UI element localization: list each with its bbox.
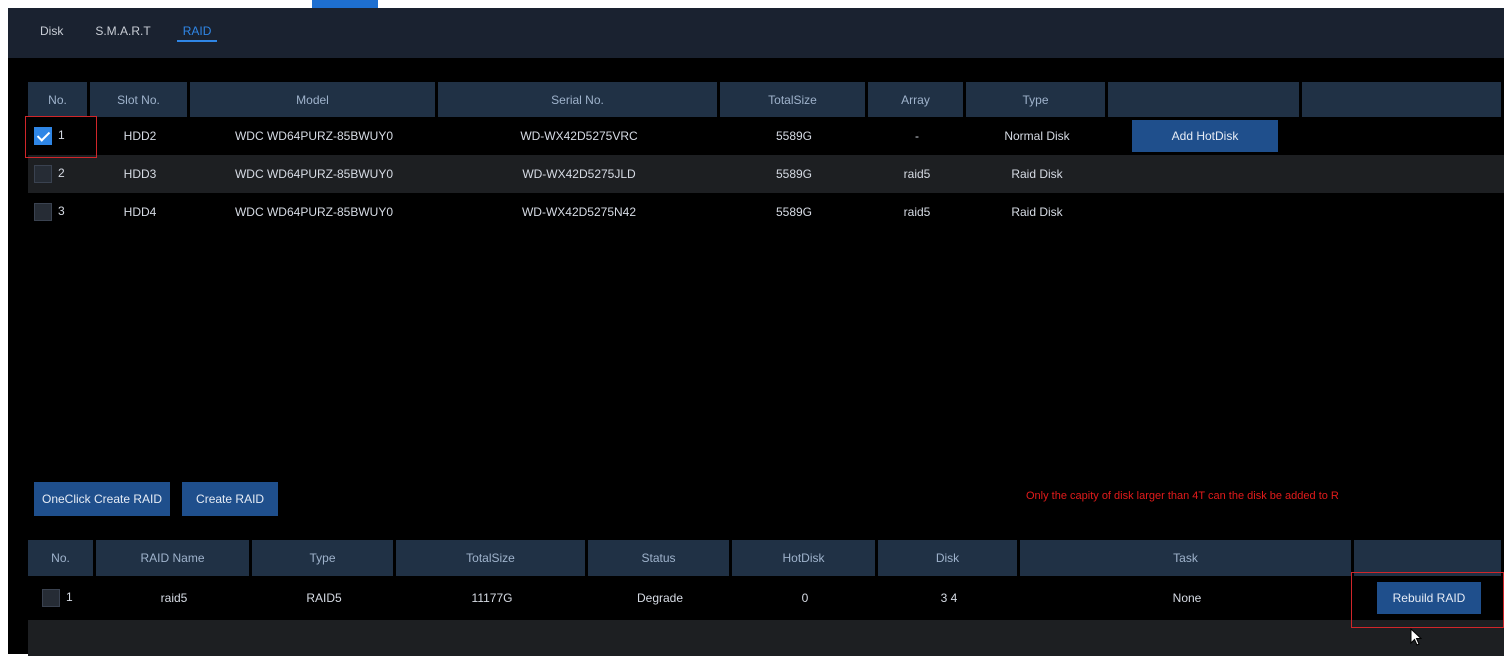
tab-smart[interactable]: S.M.A.R.T — [95, 8, 150, 42]
col-type: Type — [966, 82, 1108, 117]
action-cell — [1108, 193, 1302, 231]
row-checkbox[interactable] — [34, 165, 52, 183]
action-cell — [1108, 155, 1302, 193]
array-cell: - — [915, 129, 919, 143]
model-cell: WDC WD64PURZ-85BWUY0 — [234, 205, 393, 219]
raid-name-cell: raid5 — [160, 591, 188, 605]
size-cell: 11177G — [471, 591, 513, 605]
raid-actions: OneClick Create RAID Create RAID — [34, 482, 279, 516]
type-cell: Raid Disk — [966, 155, 1108, 193]
tab-raid[interactable]: RAID — [176, 8, 217, 42]
type-cell: Raid Disk — [1011, 205, 1063, 219]
serial-cell: WD-WX42D5275JLD — [438, 155, 720, 193]
mouse-cursor-icon — [1410, 628, 1423, 646]
disk-cell: 3 4 — [940, 591, 958, 605]
row-no-cell: 3 — [28, 193, 90, 231]
col-slot: Slot No. — [90, 82, 190, 117]
col-no: No. — [28, 82, 90, 117]
col-extra — [1302, 82, 1504, 117]
row-no-cell: 1 — [28, 576, 96, 620]
serial-cell: WD-WX42D5275VRC — [520, 129, 638, 143]
extra-cell — [1302, 117, 1504, 155]
raid-table-header: No. RAID Name Type TotalSize Status HotD… — [28, 540, 1504, 576]
serial-cell: WD-WX42D5275N42 — [521, 205, 637, 219]
array-cell: raid5 — [903, 205, 931, 219]
size-cell: 5589G — [775, 129, 813, 143]
row-no: 3 — [58, 204, 65, 219]
col-totalsize: TotalSize — [720, 82, 868, 117]
col-action — [1108, 82, 1302, 117]
table-row: 1 raid5 RAID5 11177G Degrade 0 3 4 None … — [28, 576, 1504, 620]
row-no: 2 — [58, 166, 65, 181]
row-no-cell: 2 — [28, 155, 90, 193]
raid-table: No. RAID Name Type TotalSize Status HotD… — [28, 540, 1504, 656]
status-cell: Degrade — [636, 591, 684, 605]
col-type: Type — [252, 540, 396, 576]
col-action — [1354, 540, 1504, 576]
size-cell: 5589G — [775, 205, 813, 219]
selection-highlight-box — [25, 116, 97, 158]
col-status: Status — [588, 540, 732, 576]
raid-panel: No. Slot No. Model Serial No. TotalSize … — [8, 58, 1504, 656]
row-checkbox[interactable] — [34, 203, 52, 221]
col-serial: Serial No. — [438, 82, 720, 117]
hotdisk-cell: 0 — [801, 591, 809, 605]
slot-cell: HDD4 — [123, 205, 157, 219]
task-cell: None — [1172, 591, 1202, 605]
empty-row-cell — [28, 620, 1504, 656]
slot-cell: HDD3 — [90, 155, 190, 193]
table-row: 1 HDD2 WDC WD64PURZ-85BWUY0 WD-WX42D5275… — [28, 117, 1504, 155]
action-cell: Add HotDisk — [1108, 117, 1302, 155]
oneclick-create-raid-button[interactable]: OneClick Create RAID — [34, 482, 171, 516]
empty-row — [28, 620, 1504, 656]
type-cell: RAID5 — [306, 591, 342, 605]
type-cell: Normal Disk — [1004, 129, 1070, 143]
col-no: No. — [28, 540, 96, 576]
model-cell: WDC WD64PURZ-85BWUY0 — [190, 155, 438, 193]
size-cell: 5589G — [720, 155, 868, 193]
extra-cell — [1302, 193, 1504, 231]
col-model: Model — [190, 82, 438, 117]
row-no: 1 — [66, 590, 73, 605]
col-raid-name: RAID Name — [96, 540, 252, 576]
capacity-notice: Only the capity of disk larger than 4T c… — [1026, 490, 1339, 502]
tab-bar: Disk S.M.A.R.T RAID — [8, 8, 1504, 58]
slot-cell: HDD2 — [123, 129, 157, 143]
col-task: Task — [1020, 540, 1354, 576]
top-highlight — [312, 0, 378, 8]
col-hotdisk: HotDisk — [732, 540, 878, 576]
tab-disk[interactable]: Disk — [40, 8, 63, 42]
col-disk: Disk — [878, 540, 1020, 576]
add-hotdisk-button[interactable]: Add HotDisk — [1131, 120, 1279, 152]
create-raid-button[interactable]: Create RAID — [182, 482, 279, 516]
col-totalsize: TotalSize — [396, 540, 588, 576]
disk-table: No. Slot No. Model Serial No. TotalSize … — [28, 82, 1504, 231]
rebuild-highlight-box — [1351, 572, 1504, 628]
col-array: Array — [868, 82, 966, 117]
table-row: 2 HDD3 WDC WD64PURZ-85BWUY0 WD-WX42D5275… — [28, 155, 1504, 193]
array-cell: raid5 — [868, 155, 966, 193]
table-row: 3 HDD4 WDC WD64PURZ-85BWUY0 WD-WX42D5275… — [28, 193, 1504, 231]
extra-cell — [1302, 155, 1504, 193]
top-strip — [0, 0, 1504, 8]
model-cell: WDC WD64PURZ-85BWUY0 — [234, 129, 393, 143]
row-checkbox[interactable] — [42, 589, 60, 607]
disk-table-header: No. Slot No. Model Serial No. TotalSize … — [28, 82, 1504, 117]
